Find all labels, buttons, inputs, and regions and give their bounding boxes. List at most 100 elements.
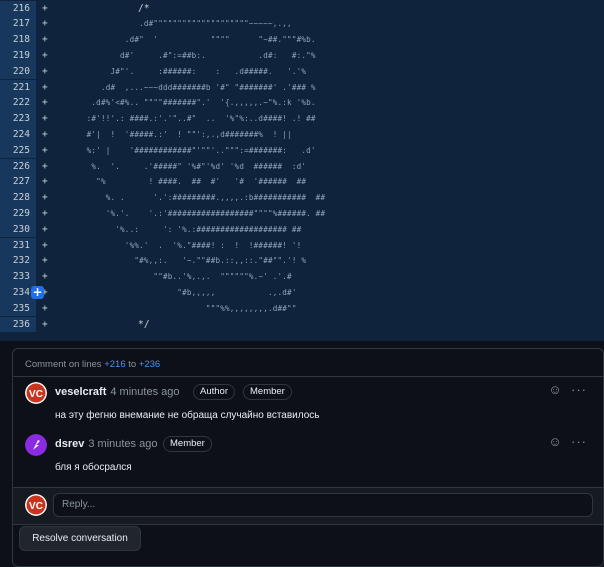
code-line-text: #'| ! '#####.:' ! ""':,.,d#######% ! ||	[58, 129, 292, 139]
line-number[interactable]: 232	[0, 253, 30, 269]
line-number[interactable]: 224	[0, 127, 30, 143]
addition-marker: +	[42, 34, 48, 46]
line-number[interactable]: 218	[0, 32, 30, 48]
author-name[interactable]: veselcraft	[55, 386, 106, 398]
diff-line: 224 + #'| ! '#####.:' ! ""':,.,d#######% …	[0, 126, 604, 143]
code-line-text: /*	[138, 2, 150, 14]
svg-text:VC: VC	[29, 389, 43, 400]
review-thread: Comment on lines +216 to +236 VC veselcr…	[12, 348, 604, 567]
thread-header: Comment on lines +216 to +236	[25, 359, 160, 370]
line-number[interactable]: 223	[0, 111, 30, 127]
avatar[interactable]	[25, 434, 47, 456]
line-range-end-link[interactable]: +236	[139, 359, 160, 370]
line-number[interactable]: 235	[0, 301, 30, 317]
member-badge: Member	[163, 436, 212, 452]
kebab-icon[interactable]: ···	[571, 434, 587, 450]
comment-body: на эту фегню внемание не обраща случайно…	[55, 410, 320, 421]
smiley-icon[interactable]: ☺	[547, 434, 563, 450]
line-number[interactable]: 230	[0, 222, 30, 238]
diff-line: 227 + "% ! ####. ## #' '# '###### ##	[0, 174, 604, 191]
avatar[interactable]: VC	[25, 494, 47, 516]
addition-marker: +	[42, 144, 48, 156]
diff-line: 231 + '%%.' . '%."####! : ! !######! '!	[0, 237, 604, 254]
avatar-vc-icon: VC	[25, 494, 47, 516]
reply-input[interactable]: Reply...	[53, 493, 593, 517]
thread-header-sep: to	[125, 359, 139, 370]
line-number[interactable]: 233	[0, 269, 30, 285]
diff-line: 235 + """%%,,,,,,,,.d##""	[0, 300, 604, 317]
diff-line: 226 + %. '. .'#####" '%#"'%d' '%d ###### …	[0, 158, 604, 175]
code-line-text: :#'!!'.: ####.:'.'"..#" .. '%"%:..d####!…	[58, 114, 316, 124]
avatar[interactable]: VC	[25, 382, 47, 404]
code-line-text: .d#%'<#%.. """"#######".' '{.,,,,,.~"%.:…	[58, 98, 316, 108]
addition-marker: +	[42, 97, 48, 109]
code-line-text: "#%,,:. '~.""##b.::,,::."##"".'! %	[58, 256, 307, 266]
diff-line: 220 + J#"'. :######: : .d#####. '.'%	[0, 63, 604, 80]
code-line-text: ""#b..'%,.,. """"""%.~' .'.#	[58, 272, 292, 282]
divider	[13, 376, 603, 377]
kebab-icon[interactable]: ···	[571, 382, 587, 398]
code-line-text: '%..: ': '%.:################### ##	[58, 224, 302, 234]
code-line-text: %. '. .'#####" '%#"'%d' '%d ###### :d'	[58, 161, 307, 171]
addition-marker: +	[42, 302, 48, 314]
addition-marker: +	[42, 239, 48, 251]
addition-marker: +	[42, 271, 48, 283]
avatar-vc-icon: VC	[25, 382, 47, 404]
diff-line: 234 + "#b,,,,, .,.d#' +	[0, 284, 604, 301]
add-comment-button[interactable]: +	[31, 285, 44, 299]
code-line-text: J#"'. :######: : .d#####. '.'%	[58, 66, 307, 76]
line-number[interactable]: 220	[0, 64, 30, 80]
line-number[interactable]: 228	[0, 190, 30, 206]
line-number[interactable]: 226	[0, 159, 30, 175]
code-line-text: '%%.' . '%."####! : ! !######! '!	[58, 240, 302, 250]
diff-view: 216 + /* 217 + .d#""""""""""""""""""""~~~~~,…	[0, 0, 604, 341]
code-line-text: "#b,,,,, .,.d#'	[58, 287, 297, 297]
addition-marker: +	[42, 223, 48, 235]
addition-marker: +	[42, 2, 48, 14]
line-number[interactable]: 227	[0, 174, 30, 190]
diff-line: 233 + ""#b..'%,.,. """"""%.~' .'.#	[0, 269, 604, 285]
comment-timestamp[interactable]: 3 minutes ago	[88, 438, 157, 450]
resolve-conversation-button[interactable]: Resolve conversation	[19, 526, 141, 551]
addition-marker: +	[42, 81, 48, 93]
line-number[interactable]: 236	[0, 317, 30, 333]
code-line-text: .d#" ' """" "~##."""#%b.	[58, 35, 316, 45]
line-number[interactable]: 217	[0, 16, 30, 32]
comment-author[interactable]: dsrev 3 minutes ago	[55, 438, 157, 450]
avatar-feather-icon	[25, 434, 47, 456]
diff-line: 216 + /*	[0, 0, 604, 17]
diff-line: 225 + %:' | '############"'""'..""":=####…	[0, 142, 604, 159]
comment-item: VC veselcraft 4 minutes ago Author Member…	[25, 382, 595, 430]
diff-line: 228 + %. . '.':#########.,,,,.:b#########…	[0, 190, 604, 206]
addition-marker: +	[42, 255, 48, 267]
line-number[interactable]: 229	[0, 206, 30, 222]
code-line-text: """%%,,,,,,,,.d##""	[58, 303, 297, 313]
addition-marker: +	[42, 192, 48, 204]
comment-timestamp[interactable]: 4 minutes ago	[110, 386, 179, 398]
code-line-text: d#' .#":=##b:. .d#: #:."%	[58, 50, 316, 60]
code-line-text: "% ! ####. ## #' '# '###### ##	[58, 177, 307, 187]
author-name[interactable]: dsrev	[55, 438, 84, 450]
diff-line: 223 + :#'!!'.: ####.:'.'"..#" .. '%"%:..d…	[0, 111, 604, 127]
line-number[interactable]: 216	[0, 1, 30, 17]
line-number[interactable]: 221	[0, 80, 30, 96]
line-number[interactable]: 234	[0, 285, 30, 301]
code-line-text: '%.'. '.:'##################""""%######.…	[58, 208, 326, 218]
code-line-text: %:' | '############"'""'..""":=#######: …	[58, 145, 316, 155]
thread-header-prefix: Comment on lines	[25, 359, 105, 370]
addition-marker: +	[42, 176, 48, 188]
diff-line: 218 + .d#" ' """" "~##."""#%b.	[0, 32, 604, 48]
comment-author[interactable]: veselcraft 4 minutes ago	[55, 386, 179, 398]
line-number[interactable]: 231	[0, 238, 30, 254]
diff-line: 230 + '%..: ': '%.:################### ##	[0, 221, 604, 238]
diff-line: 236 + */	[0, 316, 604, 333]
line-number[interactable]: 222	[0, 95, 30, 111]
diff-line: 232 + "#%,,:. '~.""##b.::,,::."##"".'! %	[0, 253, 604, 270]
line-number[interactable]: 219	[0, 48, 30, 64]
code-line-text: .d#""""""""""""""""""""~~~~~,.,,	[58, 19, 292, 29]
smiley-icon[interactable]: ☺	[547, 382, 563, 398]
member-badge: Member	[243, 384, 292, 400]
line-range-start-link[interactable]: +216	[104, 359, 125, 370]
line-number[interactable]: 225	[0, 143, 30, 159]
addition-marker: +	[42, 128, 48, 140]
